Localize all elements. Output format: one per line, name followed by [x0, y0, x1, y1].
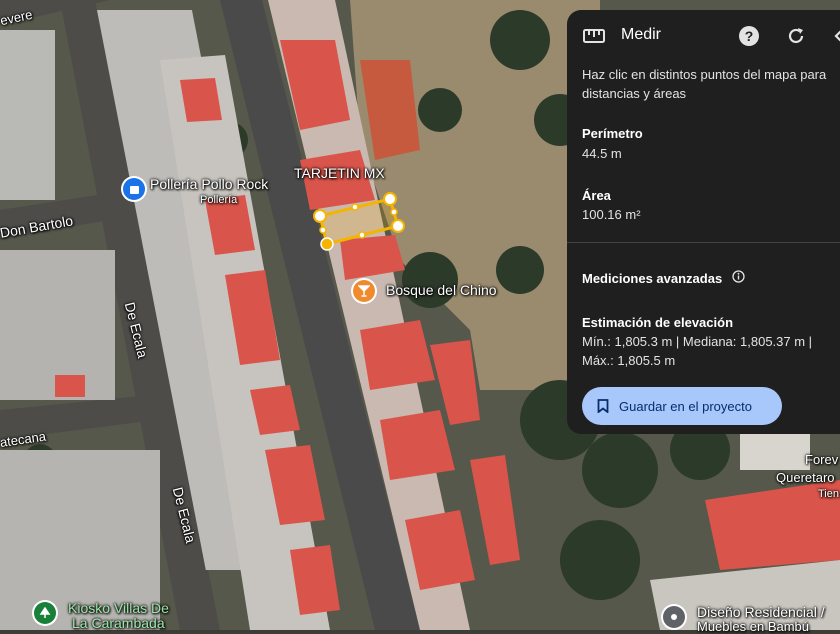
measure-midpoint[interactable] [390, 208, 398, 216]
cocktail-icon [358, 285, 370, 297]
place-label-kiosko-1[interactable]: Kiosko Villas De [68, 600, 169, 616]
instruction-line-1: Haz clic en distintos puntos del mapa pa… [582, 67, 827, 82]
perimeter-value: 44.5 m [582, 146, 622, 161]
save-to-project-button[interactable]: Guardar en el proyecto [582, 387, 782, 425]
place-label-kiosko-2[interactable]: La Carambada [72, 615, 165, 631]
area-label: Área [582, 188, 611, 203]
diseno-pin[interactable] [663, 606, 685, 628]
polleria-pin[interactable] [123, 178, 145, 200]
elevation-line-1: Mín.: 1,805.3 m | Mediana: 1,805.37 m | [582, 334, 813, 349]
advanced-label: Mediciones avanzadas [582, 271, 723, 286]
ruler-icon [582, 24, 606, 48]
instruction-line-2: distancias y áreas [582, 86, 687, 101]
shopping-bag-icon [129, 186, 139, 194]
bookmark-icon [597, 399, 609, 414]
area-value: 100.16 m² [582, 207, 641, 222]
bosque-pin[interactable] [353, 280, 375, 302]
place-label-forev-3: Tien [818, 488, 839, 500]
save-button-label: Guardar en el proyecto [619, 398, 752, 414]
measure-midpoint[interactable] [351, 203, 359, 211]
place-label-diseno-1[interactable]: Diseño Residencial / [697, 604, 825, 620]
measure-panel: Medir ? Haz clic en distintos puntos del… [567, 10, 840, 434]
measure-point[interactable] [313, 209, 327, 223]
place-sublabel-polleria: Pollería [200, 194, 238, 206]
measure-midpoint[interactable] [358, 231, 366, 239]
place-label-polleria[interactable]: Pollería Pollo Rock [150, 176, 268, 192]
place-label-forev-1[interactable]: Forev [805, 452, 838, 467]
measure-point[interactable] [383, 192, 397, 206]
panel-header: Medir ? [567, 10, 840, 62]
arrow-icon[interactable] [827, 24, 840, 48]
panel-divider [567, 242, 840, 243]
place-label-forev-2[interactable]: Queretaro [776, 470, 835, 485]
tree-icon [39, 607, 51, 618]
measure-point[interactable] [391, 219, 405, 233]
place-label-diseno-2[interactable]: Muebles en Bambú [697, 619, 809, 634]
panel-title: Medir [621, 26, 662, 43]
help-circle-icon[interactable]: ? [737, 24, 761, 48]
elevation-line-2: Máx.: 1,805.5 m [582, 353, 676, 368]
refresh-icon[interactable] [784, 24, 808, 48]
elevation-label: Estimación de elevación [582, 315, 734, 330]
svg-text:?: ? [745, 28, 754, 44]
place-label-bosque[interactable]: Bosque del Chino [386, 282, 497, 298]
info-icon[interactable] [732, 270, 745, 283]
place-icon [671, 614, 677, 620]
perimeter-label: Perímetro [582, 126, 643, 141]
measure-point[interactable] [320, 237, 334, 251]
place-label-tarjetin[interactable]: TARJETIN MX [294, 165, 385, 181]
measure-midpoint[interactable] [319, 226, 327, 234]
kiosko-pin[interactable] [34, 602, 56, 624]
